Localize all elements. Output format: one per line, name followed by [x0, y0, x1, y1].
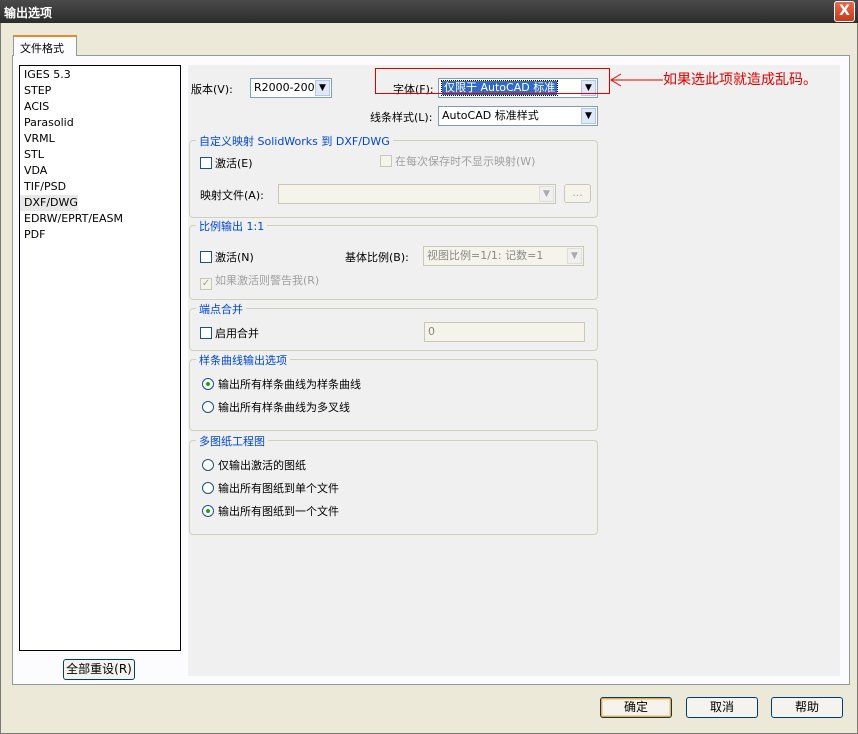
arrow-left-icon	[610, 73, 663, 87]
map-file-label: 映射文件(A):	[200, 189, 264, 202]
no-show-map-label: 在每次保存时不显示映射(W)	[395, 155, 536, 168]
format-item-tif-psd[interactable]: TIF/PSD	[20, 179, 180, 195]
format-item-edrw[interactable]: EDRW/EPRT/EASM	[20, 211, 180, 227]
format-item-parasolid[interactable]: Parasolid	[20, 115, 180, 131]
endpoint-merge-group: 端点合并 启用合并 0	[189, 301, 598, 351]
checkmark-icon: ✓	[200, 278, 212, 290]
format-item-acis[interactable]: ACIS	[20, 99, 180, 115]
warn-me-checkbox[interactable]: ✓ 如果激活则警告我(R)	[200, 272, 319, 290]
spline-as-spline-radio[interactable]: 输出所有样条曲线为样条曲线	[202, 376, 361, 392]
close-button[interactable]: X	[834, 1, 855, 22]
spline-output-group: 样条曲线输出选项 输出所有样条曲线为样条曲线 输出所有样条曲线为多叉线	[189, 352, 598, 431]
spline-as-polyline-radio[interactable]: 输出所有样条曲线为多叉线	[202, 399, 350, 415]
radio-selected-icon	[202, 378, 214, 390]
linestyle-label: 线条样式(L):	[370, 111, 433, 124]
custom-map-activate-label: 激活(E)	[215, 157, 253, 170]
custom-map-group: 自定义映射 SolidWorks 到 DXF/DWG 激活(E) 在每次保存时不…	[189, 133, 598, 218]
chevron-down-icon: ▼	[315, 80, 330, 96]
browse-map-button[interactable]: ...	[564, 184, 591, 203]
endpoint-merge-title: 端点合并	[196, 301, 246, 317]
help-button[interactable]: 帮助	[771, 697, 843, 718]
warn-me-label: 如果激活则警告我(R)	[215, 274, 320, 287]
title-bar: 输出选项 X	[0, 0, 858, 23]
base-scale-label: 基体比例(B):	[345, 251, 409, 264]
linestyle-value: AutoCAD 标准样式	[442, 109, 539, 122]
scale-output-title: 比例输出 1:1	[196, 218, 268, 234]
format-item-iges[interactable]: IGES 5.3	[20, 67, 180, 83]
export-active-sheet-label: 仅输出激活的图纸	[218, 459, 306, 472]
cancel-button[interactable]: 取消	[686, 697, 758, 718]
export-sheets-one-file-radio[interactable]: 输出所有图纸到一个文件	[202, 503, 339, 519]
format-item-vrml[interactable]: VRML	[20, 131, 180, 147]
multi-sheet-title: 多图纸工程图	[196, 433, 268, 449]
chevron-down-icon: ▼	[567, 248, 582, 264]
checkbox-icon	[200, 327, 212, 339]
radio-selected-icon	[202, 505, 214, 517]
radio-icon	[202, 482, 214, 494]
radio-icon	[202, 401, 214, 413]
version-select[interactable]: R2000-2002 ▼	[250, 78, 332, 98]
version-label: 版本(V):	[191, 83, 233, 96]
linestyle-select[interactable]: AutoCAD 标准样式 ▼	[438, 106, 598, 126]
tab-panel: IGES 5.3 STEP ACIS Parasolid VRML STL VD…	[12, 55, 850, 685]
base-scale-select[interactable]: 视图比例=1/1: 记数=1 ▼	[423, 246, 584, 266]
version-value: R2000-2002	[254, 81, 322, 94]
format-item-step[interactable]: STEP	[20, 83, 180, 99]
scale-activate-checkbox[interactable]: 激活(N)	[200, 249, 254, 265]
format-item-dxf-dwg[interactable]: DXF/DWG	[20, 195, 78, 211]
no-show-map-checkbox[interactable]: 在每次保存时不显示映射(W)	[380, 153, 535, 169]
spline-as-polyline-label: 输出所有样条曲线为多叉线	[218, 401, 350, 414]
format-item-pdf[interactable]: PDF	[20, 227, 180, 243]
chevron-down-icon: ▼	[539, 186, 554, 202]
options-pane: 版本(V): R2000-2002 ▼ 字体(F): 仅限于 AutoCAD 标…	[188, 65, 840, 676]
spline-output-title: 样条曲线输出选项	[196, 352, 290, 368]
enable-merge-checkbox[interactable]: 启用合并	[200, 325, 259, 341]
format-item-stl[interactable]: STL	[20, 147, 180, 163]
enable-merge-label: 启用合并	[215, 327, 259, 340]
base-scale-value: 视图比例=1/1: 记数=1	[427, 249, 544, 262]
export-sheets-separate-label: 输出所有图纸到单个文件	[218, 482, 339, 495]
window-title: 输出选项	[4, 6, 53, 20]
custom-map-title: 自定义映射 SolidWorks 到 DXF/DWG	[196, 133, 393, 149]
radio-icon	[202, 459, 214, 471]
checkbox-icon	[200, 157, 212, 169]
export-sheets-one-file-label: 输出所有图纸到一个文件	[218, 505, 339, 518]
format-item-vda[interactable]: VDA	[20, 163, 180, 179]
highlight-box	[375, 68, 610, 94]
annotation-note: 如果选此项就造成乱码。	[663, 72, 817, 88]
spline-as-spline-label: 输出所有样条曲线为样条曲线	[218, 378, 361, 391]
checkbox-icon	[380, 155, 392, 167]
scale-activate-label: 激活(N)	[215, 251, 254, 264]
merge-distance-input[interactable]: 0	[424, 322, 585, 342]
custom-map-activate-checkbox[interactable]: 激活(E)	[200, 155, 253, 171]
format-list[interactable]: IGES 5.3 STEP ACIS Parasolid VRML STL VD…	[19, 65, 181, 651]
checkbox-icon	[200, 251, 212, 263]
export-active-sheet-radio[interactable]: 仅输出激活的图纸	[202, 457, 306, 473]
reset-all-button[interactable]: 全部重设(R)	[63, 659, 135, 680]
ok-button[interactable]: 确定	[600, 697, 672, 718]
multi-sheet-group: 多图纸工程图 仅输出激活的图纸 输出所有图纸到单个文件 输出所有图纸到一个文件	[189, 433, 598, 535]
tab-file-format[interactable]: 文件格式	[13, 35, 77, 56]
export-sheets-separate-radio[interactable]: 输出所有图纸到单个文件	[202, 480, 339, 496]
dialog-body: 文件格式 IGES 5.3 STEP ACIS Parasolid VRML S…	[0, 23, 858, 734]
chevron-down-icon: ▼	[581, 108, 596, 124]
scale-output-group: 比例输出 1:1 激活(N) 基体比例(B): 视图比例=1/1: 记数=1 ▼…	[189, 218, 598, 300]
map-file-select[interactable]: ▼	[278, 184, 556, 204]
